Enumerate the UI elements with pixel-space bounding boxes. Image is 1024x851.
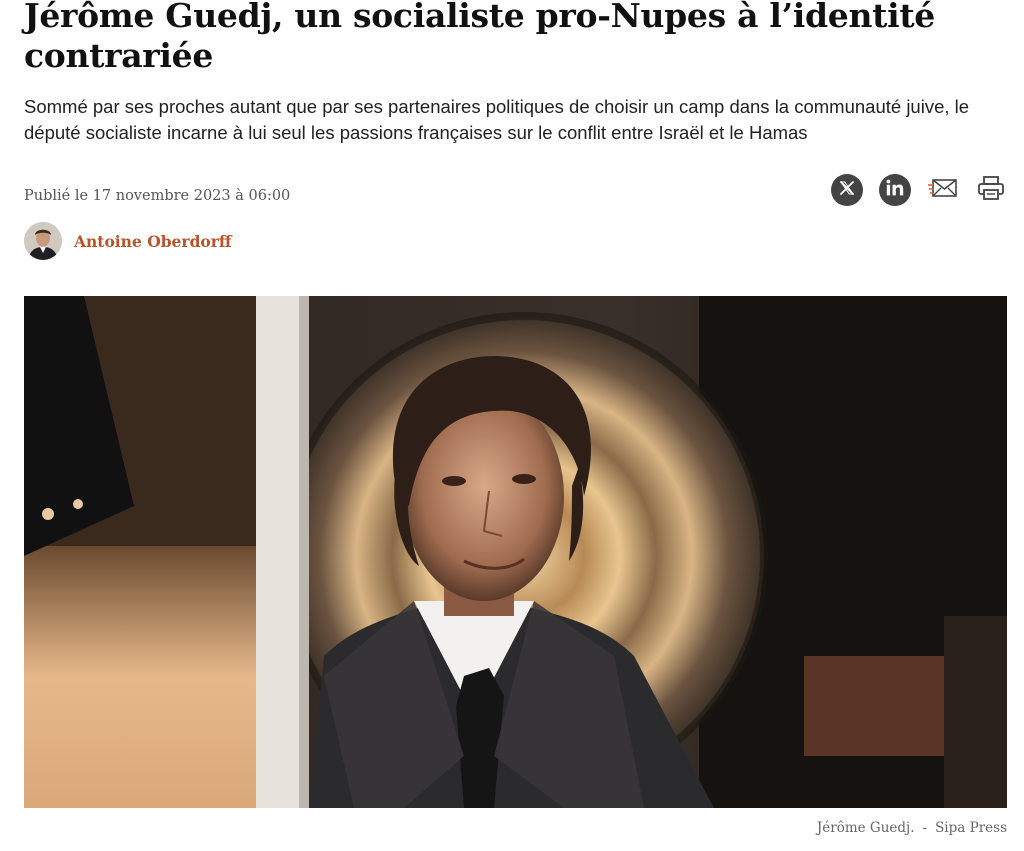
author-avatar[interactable] <box>24 222 62 260</box>
caption-name: Jérôme Guedj. <box>816 820 915 836</box>
print-button[interactable] <box>975 174 1007 206</box>
author-byline: Antoine Oberdorff <box>24 222 232 260</box>
author-name-link[interactable]: Antoine Oberdorff <box>74 232 232 251</box>
share-bar <box>831 174 1007 206</box>
share-email-button[interactable] <box>927 174 959 206</box>
x-icon <box>838 179 856 201</box>
article-title: Jérôme Guedj, un socialiste pro-Nupes à … <box>24 0 935 75</box>
linkedin-icon <box>885 179 905 201</box>
caption-separator: - <box>922 820 928 836</box>
article-photo <box>24 296 1007 808</box>
publish-date: Publié le 17 novembre 2023 à 06:00 <box>24 188 291 204</box>
caption-credit: Sipa Press <box>935 820 1007 836</box>
portrait-image <box>24 296 1007 808</box>
email-icon <box>928 177 958 203</box>
share-linkedin-button[interactable] <box>879 174 911 206</box>
photo-caption: Jérôme Guedj. - Sipa Press <box>817 820 1007 836</box>
print-icon <box>977 175 1005 205</box>
article-lede: Sommé par ses proches autant que par ses… <box>24 96 970 143</box>
share-x-button[interactable] <box>831 174 863 206</box>
